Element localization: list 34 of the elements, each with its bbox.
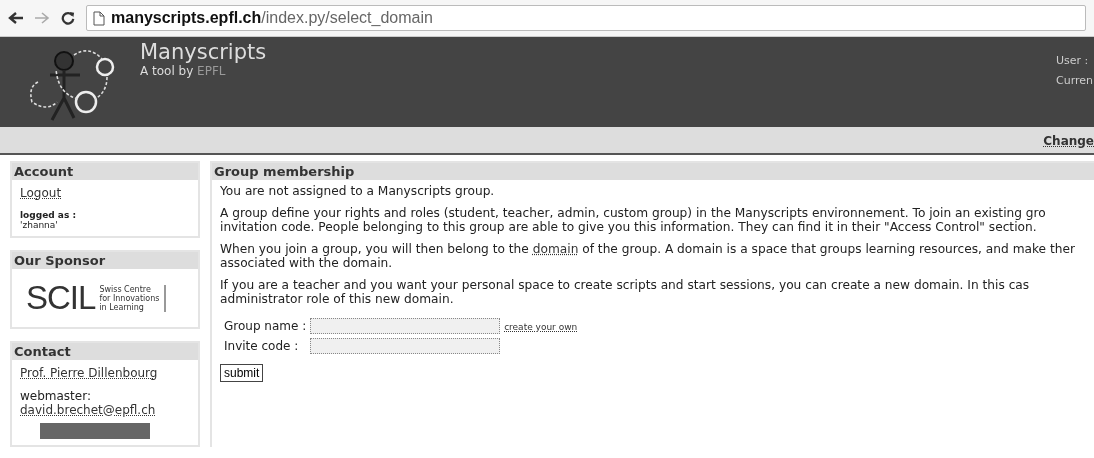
- paragraph: When you join a group, you will then belong to the domain of the group. A domain is a space that groups learning resources, and make ther associated with the domain.: [220, 242, 1076, 270]
- page-icon: [93, 10, 105, 26]
- submit-button[interactable]: submit: [220, 364, 264, 382]
- domain-link[interactable]: domain: [532, 242, 579, 256]
- sponsor-logo-text: Swiss Centre for Innovations in Learning: [99, 284, 167, 312]
- reload-icon[interactable]: [60, 11, 76, 25]
- user-info: Curren: [1056, 73, 1093, 89]
- contact-link[interactable]: Prof. Pierre Dillenbourg: [20, 366, 158, 380]
- username: 'zhanna': [20, 220, 59, 230]
- change-link[interactable]: Change: [1043, 134, 1094, 148]
- paragraph: If you are a teacher and you want your personal space to create scripts and start sessions, you can create a new domain. In this cas administrator role of this new domain.: [220, 278, 1031, 306]
- input-field[interactable]: [310, 338, 501, 354]
- email-link[interactable]: david.brechet@epfl.ch: [20, 403, 156, 417]
- brand-text: EPFL: [197, 64, 226, 78]
- input-field[interactable]: [310, 318, 501, 334]
- paragraph: You are not assigned to a Manyscripts group.: [220, 184, 496, 198]
- address-bar[interactable]: manyscripts.epfl.ch/index.py/select_domain: [86, 5, 1086, 31]
- tagline: A tool by: [140, 64, 194, 78]
- panel-title: Contact: [12, 343, 198, 360]
- forward-icon[interactable]: [34, 11, 50, 25]
- site-title: Manyscripts: [140, 40, 267, 64]
- panel-title: Our Sponsor: [12, 252, 198, 269]
- field-label: Invite code :: [223, 339, 300, 353]
- logout-link[interactable]: Logout: [20, 186, 62, 200]
- create-link[interactable]: create your own: [504, 320, 578, 334]
- paragraph: A group define your rights and roles (student, teacher, admin, custom group) in the Manyscripts environnement. To join an existing gro invitation code. People belonging to this group are able to give you this information. They can find it in their "Access Control" section.: [220, 206, 1047, 234]
- webmaster-label: webmaster:: [20, 390, 92, 403]
- back-icon[interactable]: [8, 11, 24, 25]
- panel-title: Group membership: [212, 163, 1094, 180]
- logged-label: logged as :: [20, 210, 77, 220]
- sponsor-logo-mark: SCIL: [26, 279, 96, 317]
- user-info: User :: [1056, 53, 1090, 69]
- field-label: Group name :: [223, 319, 307, 333]
- panel-title: Account: [12, 163, 198, 180]
